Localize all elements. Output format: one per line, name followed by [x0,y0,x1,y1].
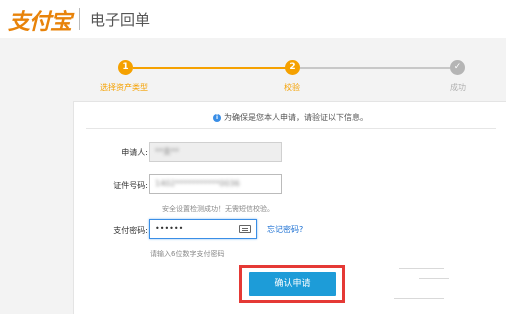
alipay-logo[interactable]: 支付宝 [8,4,72,36]
pay-password-value: •••••• [155,224,184,233]
step-3-check-icon: ✓ [450,60,465,75]
confirm-apply-button[interactable]: 确认申请 [249,272,336,296]
applicant-field: **金** [149,142,282,162]
password-hint: 请输入6位数字支付密码 [150,250,225,258]
page-title: 电子回单 [90,11,151,29]
step-3-label: 成功 [450,83,466,92]
divider [86,128,496,129]
pay-password-input[interactable]: •••••• [149,219,257,239]
divider [419,278,449,279]
divider [399,268,444,269]
step-connector-2 [300,67,450,69]
header-divider [79,8,80,30]
step-1-label: 选择资产类型 [100,83,148,92]
page-header: 支付宝 电子回单 [0,0,506,38]
info-icon: i [213,113,221,122]
step-2-circle: 2 [285,60,300,75]
security-check-hint: 安全设置检测成功！无需短信校验。 [162,205,274,213]
step-1-circle: 1 [118,60,133,75]
id-number-field[interactable]: 1402***********0036 [149,174,282,194]
keyboard-icon[interactable] [239,225,251,233]
id-number-value: 1402***********0036 [155,179,240,188]
step-2-label: 校验 [284,83,300,92]
applicant-label: 申请人: [121,148,148,157]
step-connector-1 [133,67,286,69]
forgot-password-link[interactable]: 忘记密码? [267,224,303,235]
verification-notice: i 为确保是您本人申请，请验证以下信息。 [74,112,506,123]
notice-text: 为确保是您本人申请，请验证以下信息。 [224,113,368,122]
progress-steps: 1 2 ✓ 选择资产类型 校验 成功 [0,52,506,102]
id-number-label: 证件号码: [113,181,148,190]
divider [394,298,444,299]
pay-password-label: 支付密码: [113,226,148,235]
applicant-value: **金** [155,147,179,156]
